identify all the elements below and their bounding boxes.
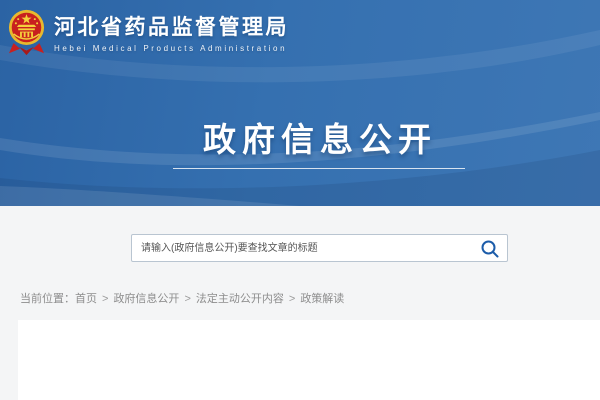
- title-underline: [173, 168, 465, 169]
- national-emblem-icon: [8, 9, 45, 57]
- page-title: 政府信息公开: [160, 113, 480, 161]
- site-name: 河北省药品监督管理局: [54, 15, 289, 41]
- breadcrumb-policy[interactable]: 政策解读: [300, 293, 344, 305]
- content-card: 索引号 FGWJ-2024-10009 主题分类 法规文件 / 政策解读 标题 …: [18, 320, 600, 400]
- hero-banner: 河北省药品监督管理局 Hebei Medical Products Admini…: [0, 0, 600, 206]
- breadcrumb-separator: >: [184, 293, 190, 305]
- search-icon: [479, 238, 501, 260]
- breadcrumb-disclosure[interactable]: 法定主动公开内容: [196, 293, 284, 305]
- site-name-english: Hebei Medical Products Administration: [54, 44, 289, 53]
- breadcrumb-label: 当前位置：: [20, 293, 75, 305]
- search-input[interactable]: [132, 235, 507, 261]
- page: 河北省药品监督管理局 Hebei Medical Products Admini…: [0, 0, 600, 400]
- breadcrumb-separator: >: [289, 293, 295, 305]
- breadcrumb: 当前位置：首页 > 政府信息公开 > 法定主动公开内容 > 政策解读: [20, 290, 344, 306]
- search-button[interactable]: [479, 238, 501, 260]
- breadcrumb-home[interactable]: 首页: [75, 293, 97, 305]
- search-box: [131, 234, 508, 262]
- breadcrumb-gov-info[interactable]: 政府信息公开: [113, 293, 179, 305]
- breadcrumb-separator: >: [102, 293, 108, 305]
- site-logo[interactable]: 河北省药品监督管理局 Hebei Medical Products Admini…: [8, 9, 289, 57]
